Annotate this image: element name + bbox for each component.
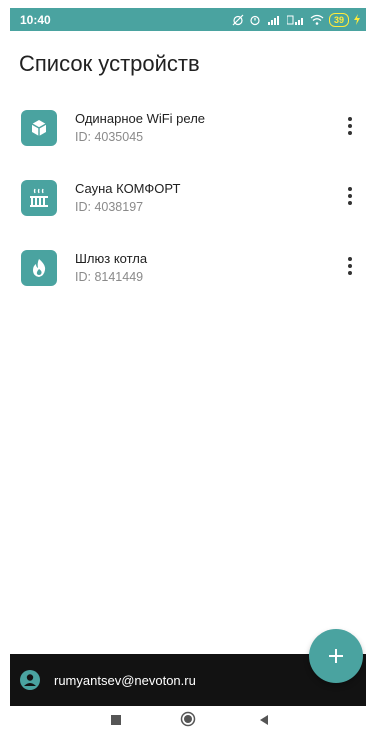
list-item[interactable]: Одинарное WiFi реле ID: 4035045: [0, 104, 366, 174]
account-email: rumyantsev@nevoton.ru: [54, 672, 196, 688]
more-vert-icon[interactable]: [338, 110, 362, 142]
alarm-icon: [250, 15, 260, 25]
wifi-icon: [310, 14, 324, 25]
device-name: Одинарное WiFi реле: [75, 111, 206, 126]
signal-icon: [267, 15, 279, 25]
add-device-button[interactable]: [309, 629, 363, 683]
status-bar: 10:40 39: [10, 8, 366, 31]
device-icon-box: [21, 110, 57, 146]
device-name: Шлюз котла: [75, 251, 148, 266]
more-vert-icon[interactable]: [338, 180, 362, 212]
list-item[interactable]: Сауна КОМФОРТ ID: 4038197: [0, 174, 366, 244]
device-name: Сауна КОМФОРТ: [75, 181, 181, 196]
back-button[interactable]: [258, 713, 270, 731]
device-id: ID: 8141449: [75, 270, 144, 284]
device-icon-box: [21, 180, 57, 216]
status-icons: 39: [232, 12, 360, 27]
account-circle-icon: [20, 670, 40, 690]
more-vert-icon[interactable]: [338, 250, 362, 282]
charging-icon: [354, 14, 360, 25]
battery-icon: 39: [328, 12, 349, 27]
screen: 10:40 39 Список устройств Одинарное WiFi…: [0, 0, 366, 734]
flame-icon: [33, 259, 46, 277]
plus-icon: [329, 649, 343, 663]
list-item[interactable]: Шлюз котла ID: 8141449: [0, 244, 366, 314]
device-list: Одинарное WiFi реле ID: 4035045 Сауна КО…: [0, 104, 366, 314]
alarm-off-icon: [232, 14, 244, 25]
navigation-bar: [0, 710, 366, 734]
signal-2-icon: [286, 15, 303, 25]
sauna-icon: [30, 188, 48, 207]
cube-icon: [31, 120, 47, 136]
page-title: Список устройств: [19, 51, 200, 76]
device-id: ID: 4035045: [75, 130, 144, 144]
device-icon-box: [21, 250, 57, 286]
recents-button[interactable]: [110, 713, 122, 731]
home-button[interactable]: [180, 711, 196, 732]
device-id: ID: 4038197: [75, 200, 144, 214]
status-time: 10:40: [20, 12, 51, 27]
circle-icon: [180, 711, 196, 727]
triangle-left-icon: [260, 715, 268, 725]
square-icon: [111, 715, 121, 725]
